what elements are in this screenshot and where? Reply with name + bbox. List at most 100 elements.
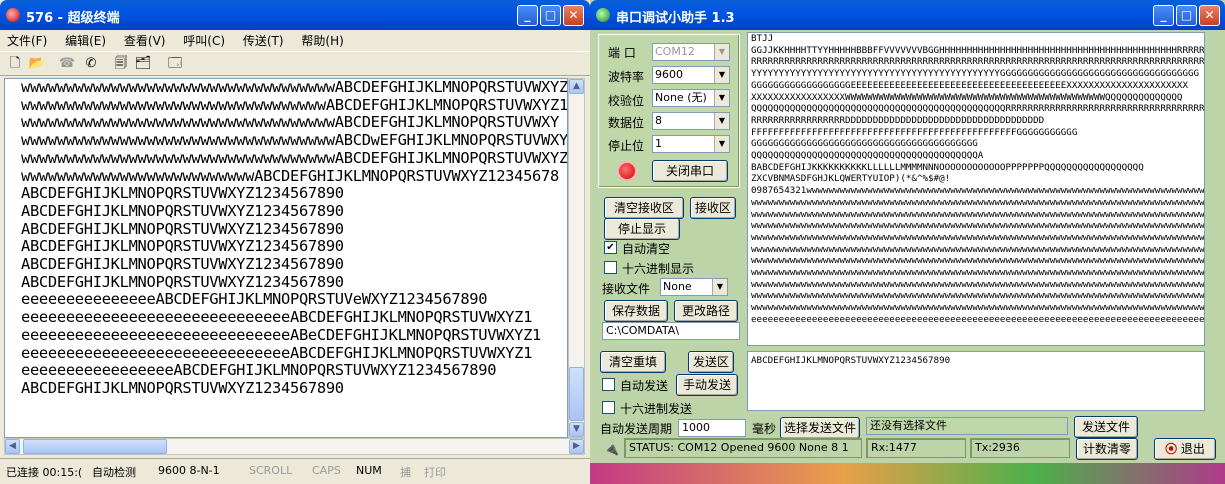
receive-line: wwwwwwwwwwwwwwwwwwwwwwwwwwwwwwwwwwwwwwww… [751, 255, 1205, 267]
baud-label: 波特率 [608, 70, 645, 84]
status-text: STATUS: COM12 Opened 9600 None 8 1 [624, 438, 862, 458]
receive-line: RRRRRRRRRRRRRRRRRRRRRRRRRRRRRRRRRRRRRRRR… [751, 56, 1205, 68]
chevron-down-icon: ▼ [714, 113, 729, 129]
terminal-line: ABCDEFGHIJKLMNOPQRSTUVWXYZ1234567890 [21, 184, 344, 203]
clear-receive-button[interactable]: 清空接收区 [604, 197, 684, 219]
save-data-button[interactable]: 保存数据 [604, 300, 668, 322]
terminal-line: wwwwwwwwwwwwwwwwwwwwwwwwwwwwwwwwwwABCDEF… [21, 95, 568, 114]
choose-send-file-button[interactable]: 选择发送文件 [780, 417, 860, 439]
disconnect-icon[interactable]: ✆ [82, 55, 100, 73]
receive-line: wwwwwwwwwwwwwwwwwwwwwwwwwwwwwwwwwwwwwwww… [751, 208, 1205, 220]
menu-help[interactable]: 帮助(H) [294, 30, 350, 51]
menu-call[interactable]: 呼叫(C) [176, 30, 232, 51]
terminal-line: ABCDEFGHIJKLMNOPQRSTUVWXYZ1234567890 [21, 255, 344, 274]
receive-line: wwwwwwwwwwwwwwwwwwwwwwwwwwwwwwwwwwwwwwww… [751, 267, 1205, 279]
selected-file-field: 还没有选择文件 [866, 417, 1068, 435]
send-file-icon[interactable]: 🗐 [112, 55, 130, 73]
scroll-up-icon[interactable]: ▲ [569, 79, 584, 94]
period-input[interactable]: 1000 [678, 419, 746, 437]
receive-line: wwwwwwwwwwwwwwwwwwwwwwwwwwwwwwwwwwwwwwww… [751, 290, 1205, 302]
recv-file-select[interactable]: None ▼ [660, 278, 728, 296]
port-select[interactable]: COM12 ▼ [652, 43, 730, 61]
close-button[interactable]: ✕ [563, 5, 584, 26]
hex-send-checkbox[interactable] [602, 401, 615, 414]
desktop-background-strip [590, 463, 1225, 484]
save-path-field[interactable]: C:\COMDATA\ [602, 322, 740, 340]
receive-line: wwwwwwwwwwwwwwwwwwwwwwwwwwwwwwwwwwwwwwww… [751, 302, 1205, 314]
menu-file[interactable]: 文件(F) [0, 30, 54, 51]
serial-titlebar[interactable]: 串口调试小助手 1.3 _ □ ✕ [590, 0, 1225, 30]
menu-edit[interactable]: 编辑(E) [58, 30, 113, 51]
maximize-button[interactable]: □ [1176, 5, 1197, 26]
manual-send-button[interactable]: 手动发送 [676, 374, 738, 396]
open-folder-icon[interactable]: 📂 [28, 55, 46, 73]
maximize-button[interactable]: □ [540, 5, 561, 26]
terminal-line: eeeeeeeeeeeeeeeeeABCDEFGHIJKLMNOPQRSTUVW… [21, 361, 497, 380]
horizontal-scrollbar[interactable]: ◀ ▶ [4, 438, 585, 455]
properties-icon[interactable]: 🗔 [166, 55, 184, 73]
receive-line: BABCDEFGHIJKKKKKKKKKKLLLLLLMMMMNNNOOOOOO… [751, 161, 1144, 173]
receive-line: BTJJ [751, 33, 774, 44]
receive-line: wwwwwwwwwwwwwwwwwwwwwwwwwwwwwwwwwwwwwwww… [751, 196, 1205, 208]
terminal-output[interactable]: wwwwwwwwwwwwwwwwwwwwwwwwwwwwwwwwwwwABCDE… [4, 78, 568, 438]
scroll-left-icon[interactable]: ◀ [5, 439, 20, 454]
baud-select[interactable]: 9600 ▼ [652, 66, 730, 84]
vertical-scrollbar[interactable]: ▲ ▼ [568, 78, 585, 438]
receive-line: wwwwwwwwwwwwwwwwwwwwwwwwwwwwwwwwwwwwwwww… [751, 220, 1205, 232]
menu-transfer[interactable]: 传送(T) [236, 30, 291, 51]
scroll-indicator: SCROLL [249, 464, 293, 477]
hyperterminal-icon [6, 8, 20, 22]
caps-indicator: CAPS [312, 464, 341, 477]
exit-button[interactable]: ⦿ 退出 [1154, 438, 1216, 460]
hscroll-thumb[interactable] [23, 439, 167, 454]
connection-time: 已连接 00:15:( [6, 466, 83, 479]
receive-file-icon[interactable]: 🗂 [134, 55, 152, 73]
databits-select[interactable]: 8 ▼ [652, 112, 730, 130]
receive-line: GGGGGGGGGGGGGGGGGGEEEEEEEEEEEEEEEEEEEEEE… [751, 79, 1188, 91]
print-indicator: 打印 [424, 466, 446, 479]
stopbits-select[interactable]: 1 ▼ [652, 135, 730, 153]
terminal-line: ABCDEFGHIJKLMNOPQRSTUVWXYZ1234567890 [21, 237, 344, 256]
terminal-line: eeeeeeeeeeeeeeeeeeeeeeeeeeeeeeABCDEFGHIJ… [21, 343, 533, 362]
chevron-down-icon: ▼ [714, 67, 729, 83]
hex-display-label: 十六进制显示 [622, 262, 695, 276]
terminal-line: ABCDEFGHIJKLMNOPQRSTUVWXYZ1234567890 [21, 201, 344, 220]
terminal-toolbar: 🗋 📂 ☎ ✆ 🗐 🗂 🗔 [0, 51, 590, 76]
send-textarea[interactable]: ABCDEFGHIJKLMNOPQRSTUVWXYZ1234567890 [747, 351, 1205, 411]
receive-line: eeeeeeeeeeeeeeeeeeeeeeeeeeeeeeeeeeeeeeee… [751, 313, 1205, 325]
terminal-titlebar[interactable]: 576 - 超级终端 _ □ ✕ [0, 0, 590, 30]
hex-display-checkbox[interactable] [604, 261, 617, 274]
minimize-button[interactable]: _ [1153, 5, 1174, 26]
parity-select[interactable]: None (无) ▼ [652, 89, 730, 107]
terminal-line: wwwwwwwwwwwwwwwwwwwwwwwwwwwwwwwwwwwABCDE… [21, 148, 568, 167]
send-file-button[interactable]: 发送文件 [1074, 416, 1138, 438]
new-icon[interactable]: 🗋 [6, 55, 24, 73]
terminal-statusbar: 已连接 00:15:( 自动检测 9600 8-N-1 SCROLL CAPS … [0, 458, 590, 484]
connect-icon[interactable]: ☎ [58, 55, 76, 73]
send-area-button[interactable]: 发送区 [688, 351, 734, 373]
receive-line: QQQQQQQQQQQQQQQQQQQQQQQQQQQQQQQQQQQQQQQQ… [751, 150, 984, 162]
close-button[interactable]: ✕ [1199, 5, 1220, 26]
scroll-down-icon[interactable]: ▼ [569, 422, 584, 437]
terminal-line: ABCDEFGHIJKLMNOPQRSTUVWXYZ1234567890 [21, 219, 344, 238]
auto-clear-checkbox[interactable]: ✔ [604, 241, 617, 254]
receive-line: FFFFFFFFFFFFFFFFFFFFFFFFFFFFFFFFFFFFFFFF… [751, 126, 1078, 138]
clear-send-button[interactable]: 清空重填 [600, 351, 666, 373]
scroll-thumb[interactable] [569, 367, 584, 421]
parity-label: 校验位 [608, 94, 645, 108]
plug-icon: 🔌 [604, 442, 619, 456]
stop-display-button[interactable]: 停止显示 [604, 218, 680, 240]
close-port-button[interactable]: 关闭串口 [652, 160, 728, 182]
serial-title: 串口调试小助手 1.3 [616, 11, 735, 26]
minimize-button[interactable]: _ [517, 5, 538, 26]
receive-textarea[interactable]: BTJJ GGJJKKHHHHTTYYHHHHHBBBFFVVVVVVVBGGHH… [747, 32, 1205, 346]
change-path-button[interactable]: 更改路径 [674, 300, 738, 322]
auto-send-period-label: 自动发送周期 [600, 422, 673, 436]
clear-count-button[interactable]: 计数清零 [1076, 438, 1138, 460]
scroll-right-icon[interactable]: ▶ [569, 439, 584, 454]
terminal-line: wwwwwwwwwwwwwwwwwwwwwwwwwwwwwwwwwwwABCDE… [21, 78, 568, 96]
auto-send-checkbox[interactable] [602, 378, 615, 391]
receive-area-button[interactable]: 接收区 [690, 197, 736, 219]
menu-view[interactable]: 查看(V) [117, 30, 173, 51]
chevron-down-icon: ▼ [714, 136, 729, 152]
